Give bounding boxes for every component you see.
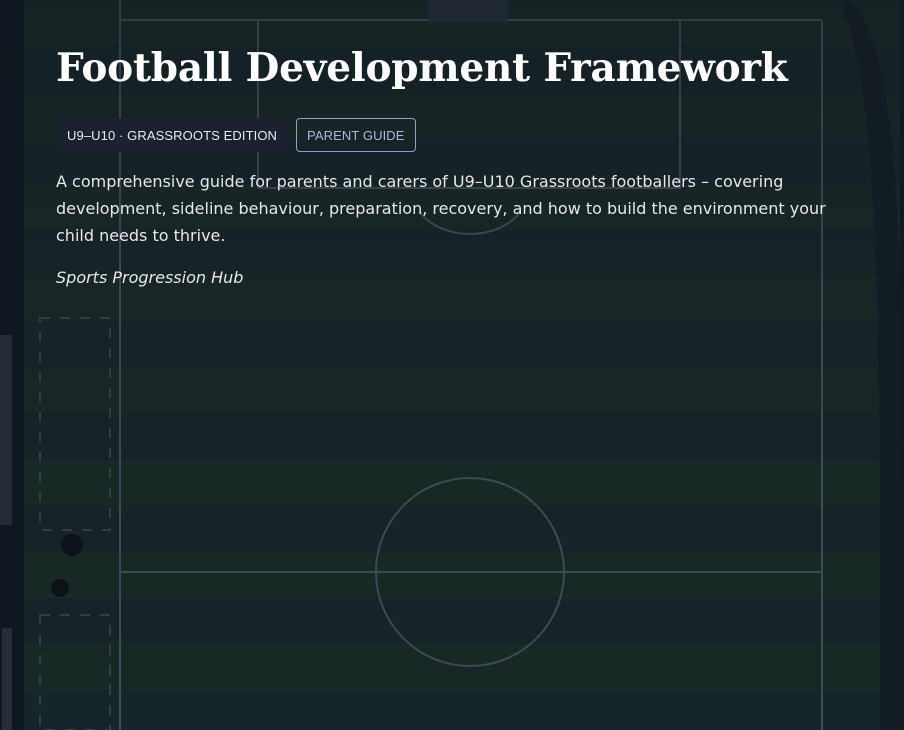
parent-guide-badge: PARENT GUIDE — [296, 118, 416, 152]
hero-description: A comprehensive guide for parents and ca… — [56, 172, 826, 245]
page-title: Football Development Framework — [56, 45, 788, 91]
edition-badge: U9–U10 · GRASSROOTS EDITION — [56, 118, 289, 152]
hero-section: Football Development Framework U9–U10 · … — [0, 0, 904, 730]
badge-row: U9–U10 · GRASSROOTS EDITION PARENT GUIDE — [56, 118, 856, 152]
hero-content: Football Development Framework U9–U10 · … — [56, 40, 856, 289]
organization-name: Sports Progression Hub — [56, 268, 244, 287]
